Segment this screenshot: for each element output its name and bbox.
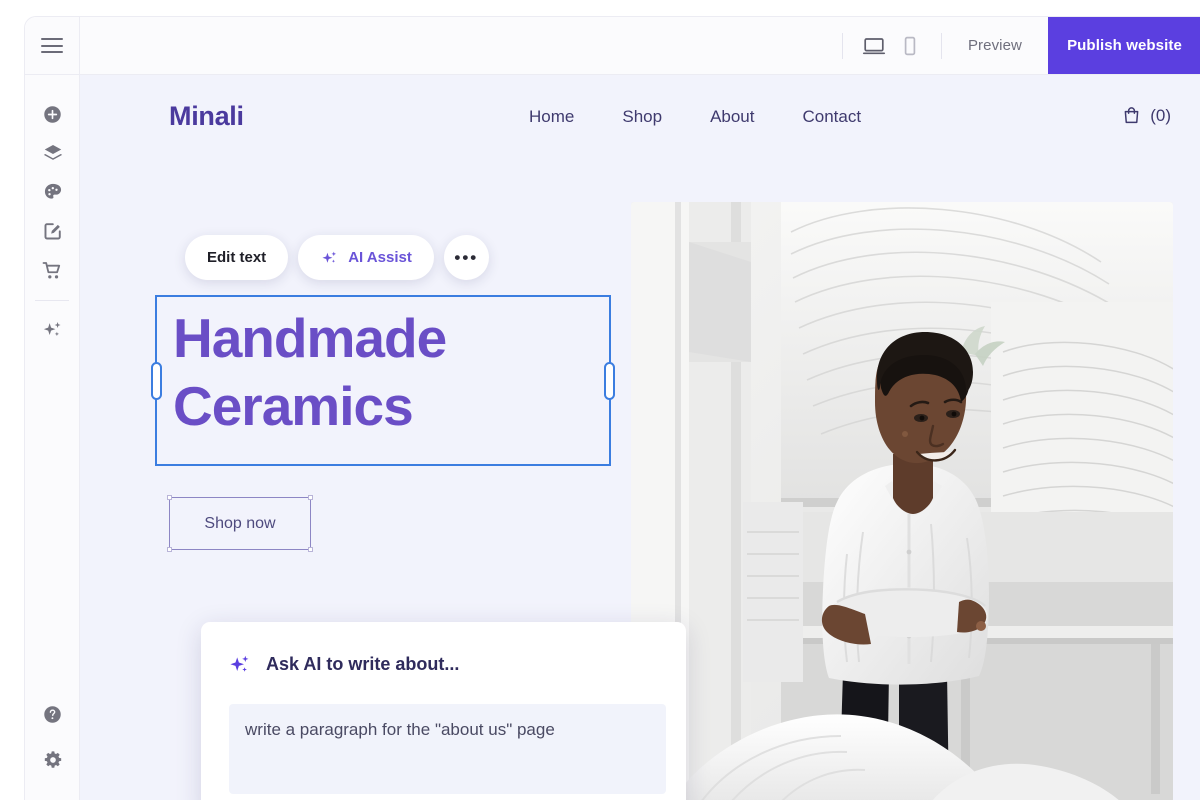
sidebar-divider — [35, 300, 69, 301]
device-preview-switch — [843, 31, 941, 61]
hamburger-icon — [41, 38, 63, 53]
sparkles-icon — [322, 251, 337, 263]
ai-write-panel: Ask AI to write about... — [201, 622, 686, 800]
cart-button[interactable]: (0) — [1121, 105, 1171, 126]
top-toolbar-right: Preview Publish website — [841, 17, 1200, 74]
sidebar-primary-tools — [25, 75, 79, 348]
resize-nub[interactable] — [167, 547, 172, 552]
desktop-icon — [862, 37, 885, 54]
mobile-view-button[interactable] — [895, 31, 925, 61]
mobile-icon — [904, 36, 916, 55]
ai-assist-button[interactable]: AI Assist — [298, 235, 434, 280]
plus-circle-icon — [44, 105, 61, 123]
shop-now-label: Shop now — [204, 514, 276, 532]
hero-heading[interactable]: Handmade Ceramics — [173, 305, 447, 440]
sidebar-item-layers[interactable] — [25, 134, 80, 172]
shop-now-button[interactable]: Shop now — [167, 495, 313, 552]
selected-heading-block[interactable]: Handmade Ceramics — [151, 295, 615, 466]
layers-icon — [43, 145, 62, 160]
sidebar-secondary-tools — [25, 695, 80, 779]
resize-nub[interactable] — [167, 495, 172, 500]
sidebar-item-add-element[interactable] — [25, 95, 80, 133]
website-canvas: Minali Home Shop About Contact (0) Edit … — [80, 75, 1200, 800]
publish-website-button[interactable]: Publish website — [1048, 17, 1200, 74]
site-logo[interactable]: Minali — [169, 101, 244, 132]
question-circle-icon — [44, 705, 61, 723]
top-toolbar: Preview Publish website — [25, 17, 1200, 75]
sparkles-icon — [43, 321, 61, 336]
desktop-view-button[interactable] — [859, 31, 889, 61]
nav-link-contact[interactable]: Contact — [803, 107, 862, 127]
studio-photo — [631, 202, 1173, 800]
sidebar-item-design[interactable] — [25, 173, 80, 211]
more-options-button[interactable]: ••• — [443, 235, 489, 280]
sidebar-item-help[interactable] — [25, 695, 80, 733]
shopping-bag-icon — [1124, 107, 1139, 124]
resize-nub[interactable] — [308, 547, 313, 552]
ai-panel-title-row: Ask AI to write about... — [228, 652, 459, 676]
sidebar-item-settings[interactable] — [25, 741, 80, 779]
gear-icon — [44, 751, 61, 768]
site-builder-window: Preview Publish website Minali Home Shop… — [24, 16, 1200, 800]
site-header: Minali Home Shop About Contact (0) — [80, 75, 1200, 163]
ai-panel-title: Ask AI to write about... — [266, 653, 460, 674]
element-edit-toolbar: Edit text AI Assist ••• — [185, 235, 489, 280]
main-menu-button[interactable] — [25, 17, 80, 74]
resize-handle-left[interactable] — [151, 361, 162, 400]
nav-link-about[interactable]: About — [710, 107, 754, 127]
ai-prompt-input[interactable] — [229, 704, 666, 794]
sparkles-icon — [230, 655, 249, 672]
resize-handle-right[interactable] — [604, 361, 615, 400]
edit-text-button[interactable]: Edit text — [185, 235, 289, 280]
palette-icon — [44, 183, 61, 199]
site-nav: Home Shop About Contact — [529, 107, 861, 127]
ai-assist-label: AI Assist — [348, 249, 412, 266]
sidebar-item-store[interactable] — [25, 251, 80, 289]
hero-image[interactable] — [631, 202, 1173, 800]
nav-link-shop[interactable]: Shop — [622, 107, 662, 127]
preview-button[interactable]: Preview — [942, 37, 1048, 54]
nav-link-home[interactable]: Home — [529, 107, 574, 127]
resize-nub[interactable] — [308, 495, 313, 500]
sidebar-item-ai-tools[interactable] — [25, 310, 80, 348]
left-sidebar — [25, 75, 80, 800]
cart-count: (0) — [1150, 105, 1171, 125]
sidebar-item-edit[interactable] — [25, 212, 80, 250]
pencil-square-icon — [44, 223, 61, 240]
shopping-cart-icon — [42, 261, 61, 278]
